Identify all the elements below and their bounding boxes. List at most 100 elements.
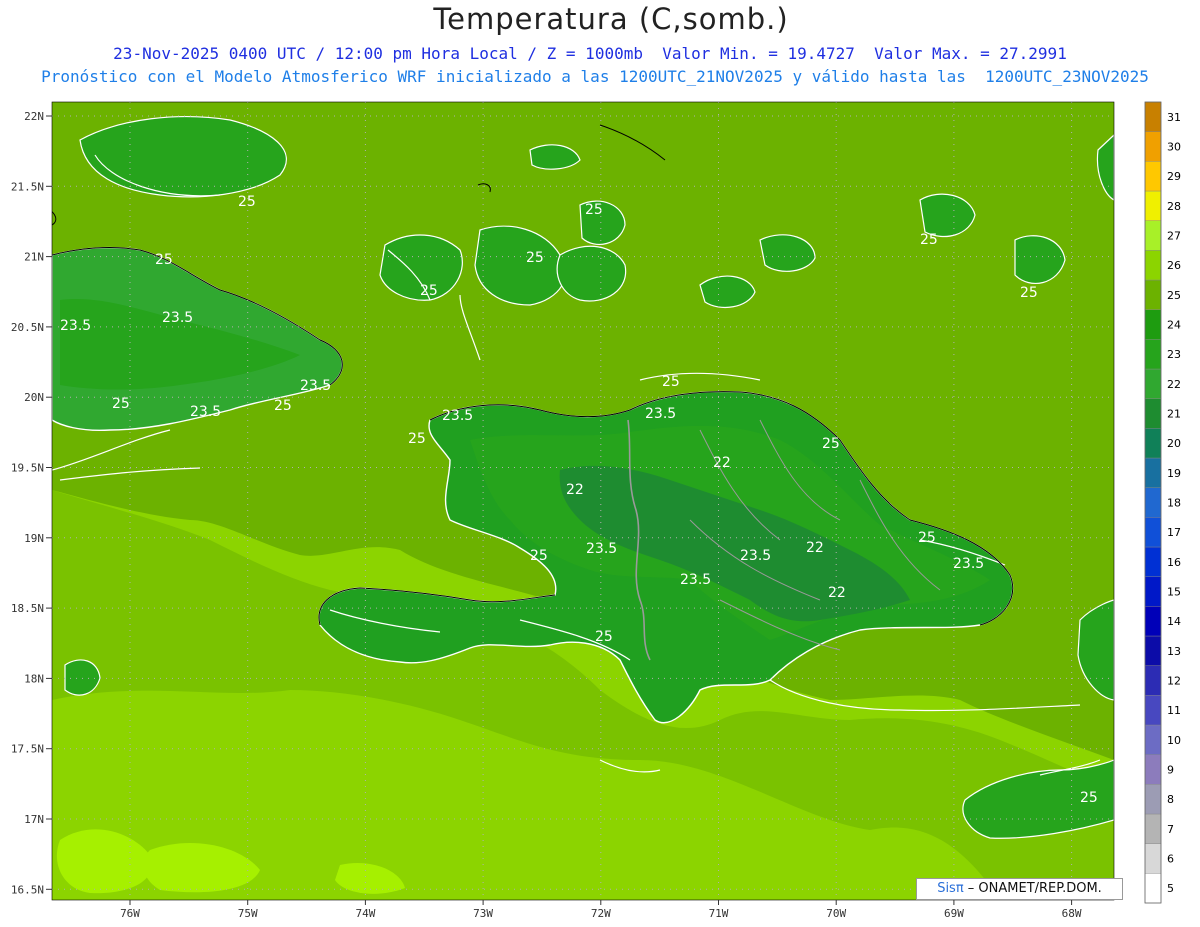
contour-label: 22 (806, 540, 824, 556)
lon-tick-label: 72W (591, 907, 611, 920)
colorbar-label: 28 (1167, 200, 1181, 213)
colorbar-label: 26 (1167, 259, 1181, 272)
colorbar-swatch (1144, 250, 1162, 281)
colorbar-swatch (1144, 873, 1162, 904)
contour-label: 23.5 (442, 408, 473, 424)
colorbar-label: 12 (1167, 675, 1181, 688)
contour-label: 25 (274, 398, 292, 414)
contour-label: 25 (112, 396, 130, 412)
contour-label: 25 (420, 283, 438, 299)
contour-label: 23.5 (586, 541, 617, 557)
colorbar-swatch (1144, 339, 1162, 370)
colorbar-swatch (1144, 220, 1162, 251)
colorbar-label: 24 (1167, 319, 1181, 332)
contour-label: 25 (920, 232, 938, 248)
colorbar-label: 8 (1167, 793, 1174, 806)
contour-label: 25 (1080, 790, 1098, 806)
colorbar-swatch (1144, 606, 1162, 637)
colorbar-swatch (1144, 398, 1162, 429)
lon-tick-label: 74W (355, 907, 375, 920)
colorbar-swatch (1144, 576, 1162, 607)
lat-tick-label: 19.5N (11, 462, 44, 475)
colorbar-label: 17 (1167, 526, 1181, 539)
lat-tick-label: 20N (24, 391, 44, 404)
lon-tick-label: 75W (238, 907, 258, 920)
credit-text: – ONAMET/REP.DOM. (963, 881, 1102, 896)
colorbar-label: 6 (1167, 853, 1174, 866)
colorbar-label: 7 (1167, 823, 1174, 836)
contour-label: 23.5 (740, 548, 771, 564)
colorbar-swatch (1144, 665, 1162, 696)
lat-tick-label: 20.5N (11, 321, 44, 334)
contour-label: 25 (526, 250, 544, 266)
contour-label: 25 (408, 431, 426, 447)
colorbar-swatch (1144, 368, 1162, 399)
colorbar-label: 15 (1167, 586, 1181, 599)
colorbar-label: 22 (1167, 378, 1181, 391)
colorbar-label: 10 (1167, 734, 1181, 747)
contour-label: 25 (155, 252, 173, 268)
colorbar-label: 21 (1167, 408, 1181, 421)
lat-tick-label: 21.5N (11, 180, 44, 193)
lon-tick-label: 70W (826, 907, 846, 920)
contour-label: 22 (828, 585, 846, 601)
colorbar-swatch (1144, 754, 1162, 785)
colorbar-swatch (1144, 161, 1162, 192)
contour-label: 25 (238, 194, 256, 210)
contour-label: 22 (566, 482, 584, 498)
contour-label: 25 (585, 202, 603, 218)
lat-tick-label: 17N (24, 813, 44, 826)
colorbar-label: 29 (1167, 170, 1181, 183)
lon-tick-label: 76W (120, 907, 140, 920)
colorbar-label: 11 (1167, 704, 1181, 717)
colorbar-swatch (1144, 546, 1162, 577)
lat-tick-label: 18N (24, 672, 44, 685)
contour-label: 23.5 (680, 572, 711, 588)
island-bahamas-3 (556, 245, 627, 302)
lon-tick-label: 71W (709, 907, 729, 920)
colorbar-label: 16 (1167, 556, 1181, 569)
contour-label: 23.5 (645, 406, 676, 422)
contour-label: 25 (918, 530, 936, 546)
contour-label: 23.5 (162, 310, 193, 326)
lat-tick-label: 19N (24, 532, 44, 545)
contour-label: 23.5 (953, 556, 984, 572)
colorbar-swatch (1144, 695, 1162, 726)
colorbar-swatch (1144, 843, 1162, 874)
colorbar-swatch (1144, 724, 1162, 755)
colorbar-label: 9 (1167, 764, 1174, 777)
lat-tick-label: 22N (24, 110, 44, 123)
colorbar-label: 18 (1167, 497, 1181, 510)
contour-label: 25 (530, 548, 548, 564)
credit-brand: Sisπ (937, 881, 964, 896)
colorbar-swatch (1144, 101, 1162, 132)
contour-label: 23.5 (60, 318, 91, 334)
colorbar-swatch (1144, 279, 1162, 310)
colorbar-swatch (1144, 428, 1162, 459)
contour-label: 25 (662, 374, 680, 390)
colorbar-swatch (1144, 309, 1162, 340)
credit-box: Sisπ – ONAMET/REP.DOM. (916, 878, 1123, 900)
contour-label: 25 (822, 436, 840, 452)
longitude-axis: 76W 75W 74W 73W 72W 71W 70W 69W 68W (120, 900, 1082, 920)
lat-tick-label: 21N (24, 251, 44, 264)
colorbar-label: 31 (1167, 111, 1181, 124)
colorbar-label: 30 (1167, 141, 1181, 154)
contour-label: 22 (713, 455, 731, 471)
colorbar-swatch (1144, 190, 1162, 221)
lon-tick-label: 68W (1062, 907, 1082, 920)
colorbar-label: 23 (1167, 348, 1181, 361)
lat-tick-label: 18.5N (11, 602, 44, 615)
colorbar-label: 25 (1167, 289, 1181, 302)
colorbar-label: 14 (1167, 615, 1181, 628)
colorbar-swatch (1144, 784, 1162, 815)
temperature-map: 25 25 25 25 25 25 25 25 25 25 25 25 25 2… (11, 101, 1181, 920)
colorbar-label: 19 (1167, 467, 1181, 480)
map-plot-area: 25 25 25 25 25 25 25 25 25 25 25 25 25 2… (52, 102, 1114, 900)
lat-tick-label: 16.5N (11, 883, 44, 896)
colorbar-swatch (1144, 813, 1162, 844)
lon-tick-label: 69W (944, 907, 964, 920)
colorbar-swatch (1144, 635, 1162, 666)
colorbar-label: 20 (1167, 437, 1181, 450)
contour-label: 23.5 (190, 404, 221, 420)
